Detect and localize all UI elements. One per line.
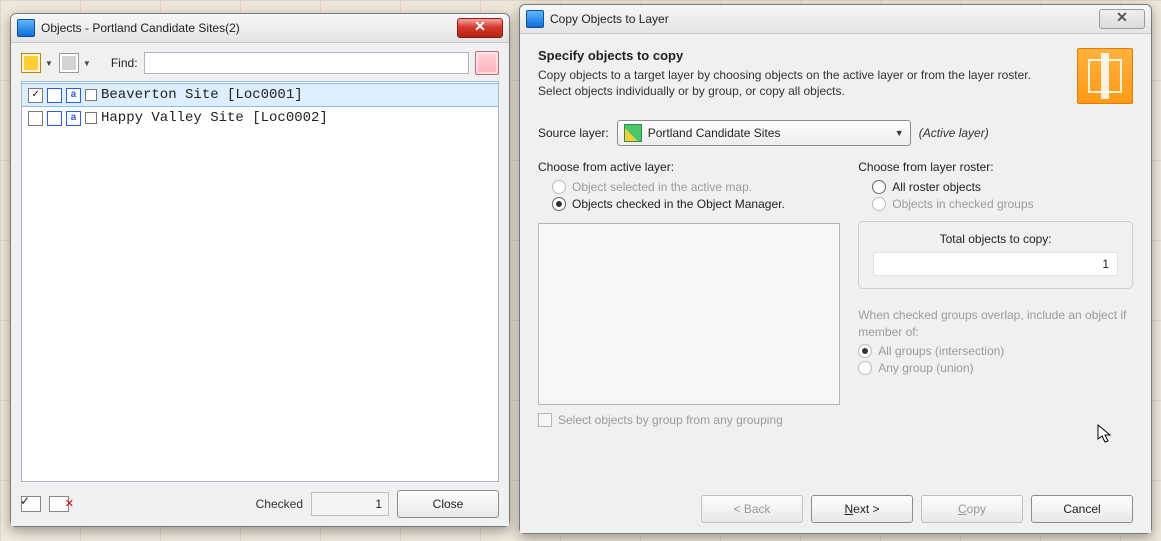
next-button[interactable]: Next > (811, 495, 913, 523)
opt-object-selected-map: Object selected in the active map. (552, 180, 840, 194)
label-style-icon[interactable]: a (66, 111, 81, 126)
row-checkbox[interactable] (28, 111, 43, 126)
active-layer-tag: (Active layer) (919, 126, 989, 140)
opt-all-roster-objects[interactable]: All roster objects (872, 180, 1133, 194)
copy-objects-dialog: Copy Objects to Layer ✕ Specify objects … (519, 4, 1152, 534)
copy-header: Specify objects to copy Copy objects to … (538, 48, 1133, 104)
objects-body: ▼ ▼ Find: a Beaverton Site [Loc0001] a H… (11, 43, 509, 526)
copy-header-icon (1077, 48, 1133, 104)
opt-all-groups-intersection: All groups (intersection) (858, 344, 1133, 358)
objects-toolbar: ▼ ▼ Find: (21, 51, 499, 81)
group-selection-label: Select objects by group from any groupin… (558, 413, 783, 427)
copy-body: Specify objects to copy Copy objects to … (520, 34, 1151, 533)
symbol-icon[interactable] (47, 88, 62, 103)
opt-label: Objects checked in the Object Manager. (572, 197, 785, 211)
opt-label: Object selected in the active map. (572, 180, 752, 194)
cancel-button[interactable]: Cancel (1031, 495, 1133, 523)
close-button[interactable]: Close (397, 490, 499, 518)
opt-objects-checked-groups: Objects in checked groups (872, 197, 1133, 211)
copy-close-icon[interactable]: ✕ (1099, 9, 1145, 29)
source-layer-dropdown[interactable]: Portland Candidate Sites ▼ (617, 120, 911, 146)
copy-header-desc: Copy objects to a target layer by choosi… (538, 67, 1058, 99)
copy-header-title: Specify objects to copy (538, 48, 1067, 63)
checked-count-label: Checked (256, 497, 303, 511)
source-layer-row: Source layer: Portland Candidate Sites ▼… (538, 120, 1133, 146)
highlight-selection-icon[interactable] (475, 51, 499, 75)
marker-icon (85, 89, 97, 101)
source-layer-label: Source layer: (538, 126, 609, 140)
objects-list[interactable]: a Beaverton Site [Loc0001] a Happy Valle… (21, 81, 499, 482)
marker-icon (85, 112, 97, 124)
radio-icon (858, 361, 872, 375)
symbol-icon[interactable] (47, 111, 62, 126)
radio-icon[interactable] (552, 197, 566, 211)
copy-title: Copy Objects to Layer (550, 12, 1093, 26)
tree-view-dropdown-icon[interactable]: ▼ (83, 59, 91, 68)
total-objects-value: 1 (873, 252, 1118, 276)
overlap-hint: When checked groups overlap, include an … (858, 307, 1133, 341)
object-row[interactable]: a Happy Valley Site [Loc0002] (22, 107, 498, 129)
radio-icon (552, 180, 566, 194)
object-row[interactable]: a Beaverton Site [Loc0001] (22, 83, 498, 107)
opt-label: Objects in checked groups (892, 197, 1033, 211)
tree-view-icon[interactable] (59, 53, 79, 73)
total-objects-box: Total objects to copy: 1 (858, 221, 1133, 289)
checked-count-value: 1 (311, 492, 389, 516)
opt-label: All roster objects (892, 180, 981, 194)
source-layer-value: Portland Candidate Sites (648, 126, 781, 140)
uncheck-all-icon[interactable] (49, 496, 69, 512)
check-all-icon[interactable] (21, 496, 41, 512)
total-objects-label: Total objects to copy: (873, 232, 1118, 246)
group-selection-checkbox (538, 413, 552, 427)
radio-icon (858, 344, 872, 358)
chevron-down-icon: ▼ (895, 128, 904, 138)
grouping-listbox[interactable] (538, 223, 840, 405)
radio-icon[interactable] (872, 180, 886, 194)
choose-roster-label: Choose from layer roster: (858, 160, 1133, 174)
choose-active-layer-label: Choose from active layer: (538, 160, 840, 174)
copy-titlebar[interactable]: Copy Objects to Layer ✕ (520, 5, 1151, 34)
objects-title: Objects - Portland Candidate Sites(2) (41, 21, 451, 35)
choose-active-layer-column: Choose from active layer: Object selecte… (538, 160, 840, 427)
grid-view-icon[interactable] (21, 53, 41, 73)
opt-any-group-union: Any group (union) (858, 361, 1133, 375)
opt-objects-checked-om[interactable]: Objects checked in the Object Manager. (552, 197, 840, 211)
object-name: Happy Valley Site [Loc0002] (101, 110, 328, 126)
radio-icon (872, 197, 886, 211)
label-style-icon[interactable]: a (66, 88, 81, 103)
copy-button: Copy (921, 495, 1023, 523)
object-name: Beaverton Site [Loc0001] (101, 87, 303, 103)
app-icon (17, 19, 35, 37)
grid-view-dropdown-icon[interactable]: ▼ (45, 59, 53, 68)
objects-close-icon[interactable]: ✕ (457, 18, 503, 38)
objects-footer: Checked 1 Close (21, 482, 499, 518)
opt-label: Any group (union) (878, 361, 973, 375)
app-icon (526, 10, 544, 28)
wizard-button-row: < Back Next > Copy Cancel (538, 477, 1133, 523)
back-button: < Back (701, 495, 803, 523)
group-selection-checkbox-row: Select objects by group from any groupin… (538, 413, 840, 427)
objects-dialog: Objects - Portland Candidate Sites(2) ✕ … (10, 13, 510, 527)
objects-titlebar[interactable]: Objects - Portland Candidate Sites(2) ✕ (11, 14, 509, 43)
find-input[interactable] (144, 52, 469, 74)
choose-roster-column: Choose from layer roster: All roster obj… (858, 160, 1133, 427)
row-checkbox[interactable] (28, 88, 43, 103)
layer-swatch-icon (624, 124, 642, 142)
opt-label: All groups (intersection) (878, 344, 1004, 358)
find-label: Find: (111, 56, 138, 70)
